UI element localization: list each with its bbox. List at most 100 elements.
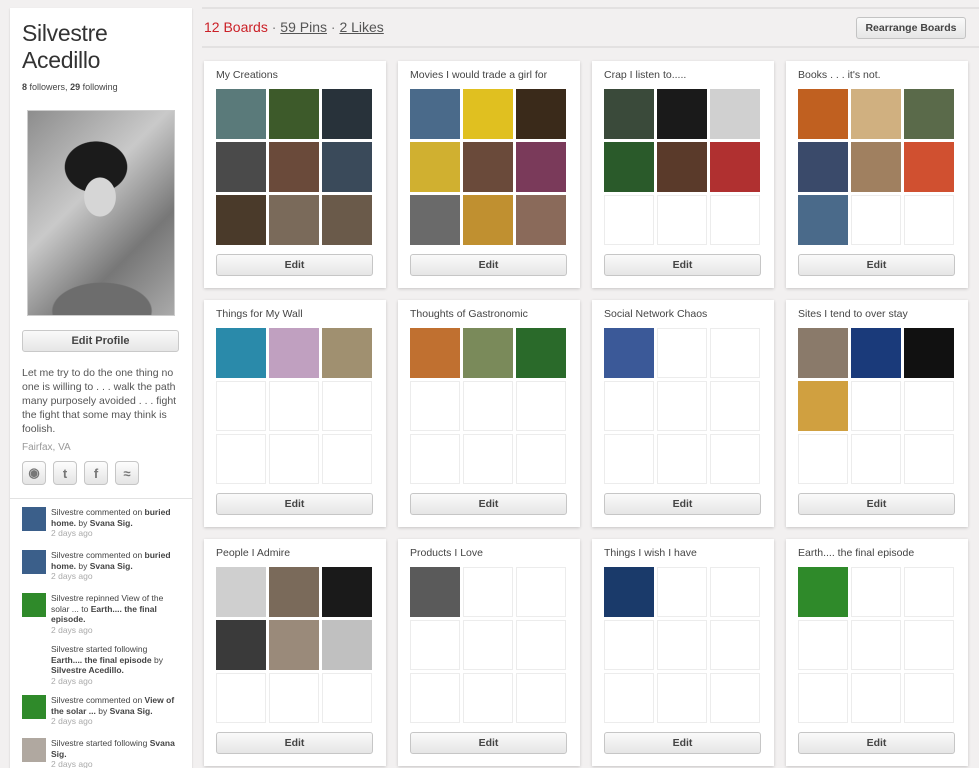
- board-card[interactable]: Sites I tend to over stay Edit: [786, 300, 968, 527]
- pin-thumbnail[interactable]: [904, 142, 954, 192]
- pin-thumbnail[interactable]: [410, 89, 460, 139]
- pin-thumbnail[interactable]: [798, 142, 848, 192]
- activity-user[interactable]: Svana Sig.: [90, 518, 133, 528]
- board-card[interactable]: Social Network Chaos Edit: [592, 300, 774, 527]
- board-title[interactable]: My Creations: [216, 69, 278, 81]
- pin-thumbnail[interactable]: [516, 89, 566, 139]
- pin-thumbnail[interactable]: [216, 620, 266, 670]
- tab-likes[interactable]: 2 Likes: [339, 19, 383, 35]
- activity-thumbnail[interactable]: [22, 593, 46, 617]
- board-edit-button[interactable]: Edit: [604, 493, 761, 515]
- board-card[interactable]: Books . . . it's not. Edit: [786, 61, 968, 288]
- pin-thumbnail[interactable]: [798, 567, 848, 617]
- following-count[interactable]: 29: [70, 82, 80, 92]
- activity-thumbnail[interactable]: [22, 550, 46, 574]
- pin-thumbnail[interactable]: [322, 142, 372, 192]
- edit-profile-button[interactable]: Edit Profile: [22, 330, 179, 352]
- activity-user[interactable]: Svana Sig.: [90, 561, 133, 571]
- board-card[interactable]: Earth.... the final episode Edit: [786, 539, 968, 766]
- board-title[interactable]: Earth.... the final episode: [798, 547, 914, 559]
- board-edit-button[interactable]: Edit: [604, 254, 761, 276]
- board-card[interactable]: People I Admire Edit: [204, 539, 386, 766]
- activity-item[interactable]: Silvestre started following Svana Sig. 2 …: [22, 738, 180, 768]
- activity-thumbnail[interactable]: [22, 644, 46, 668]
- board-card[interactable]: Movies I would trade a girl for Edit: [398, 61, 580, 288]
- pin-thumbnail[interactable]: [463, 142, 513, 192]
- board-edit-button[interactable]: Edit: [798, 493, 955, 515]
- pin-thumbnail[interactable]: [269, 195, 319, 245]
- activity-item[interactable]: Silvestre commented on buried home. by S…: [22, 507, 180, 541]
- pin-thumbnail[interactable]: [322, 89, 372, 139]
- pin-thumbnail[interactable]: [322, 567, 372, 617]
- board-title[interactable]: People I Admire: [216, 547, 290, 559]
- board-title[interactable]: Thoughts of Gastronomic: [410, 308, 528, 320]
- facebook-icon[interactable]: f: [84, 461, 108, 485]
- pin-thumbnail[interactable]: [851, 142, 901, 192]
- board-card[interactable]: Thoughts of Gastronomic Edit: [398, 300, 580, 527]
- pin-thumbnail[interactable]: [798, 89, 848, 139]
- board-title[interactable]: Books . . . it's not.: [798, 69, 881, 81]
- board-card[interactable]: My Creations Edit: [204, 61, 386, 288]
- pin-thumbnail[interactable]: [463, 328, 513, 378]
- board-title[interactable]: Things for My Wall: [216, 308, 303, 320]
- activity-item[interactable]: Silvestre commented on buried home. by S…: [22, 550, 180, 584]
- board-edit-button[interactable]: Edit: [216, 732, 373, 754]
- board-edit-button[interactable]: Edit: [410, 254, 567, 276]
- pin-thumbnail[interactable]: [410, 142, 460, 192]
- pin-thumbnail[interactable]: [904, 89, 954, 139]
- board-edit-button[interactable]: Edit: [798, 254, 955, 276]
- activity-thumbnail[interactable]: [22, 738, 46, 762]
- board-title[interactable]: Things I wish I have: [604, 547, 697, 559]
- pin-thumbnail[interactable]: [269, 328, 319, 378]
- board-edit-button[interactable]: Edit: [410, 732, 567, 754]
- pin-thumbnail[interactable]: [463, 195, 513, 245]
- board-title[interactable]: Products I Love: [410, 547, 483, 559]
- pin-thumbnail[interactable]: [657, 142, 707, 192]
- rss-icon[interactable]: ≈: [115, 461, 139, 485]
- pin-thumbnail[interactable]: [710, 142, 760, 192]
- tab-boards[interactable]: 12 Boards: [204, 19, 268, 35]
- activity-item[interactable]: Silvestre started following Earth.... th…: [22, 644, 180, 686]
- pin-thumbnail[interactable]: [604, 142, 654, 192]
- pin-thumbnail[interactable]: [904, 328, 954, 378]
- pin-thumbnail[interactable]: [216, 328, 266, 378]
- board-edit-button[interactable]: Edit: [604, 732, 761, 754]
- pin-thumbnail[interactable]: [604, 328, 654, 378]
- activity-item[interactable]: Silvestre commented on View of the solar…: [22, 695, 180, 729]
- pin-thumbnail[interactable]: [216, 195, 266, 245]
- pin-thumbnail[interactable]: [269, 567, 319, 617]
- pin-thumbnail[interactable]: [798, 381, 848, 431]
- board-card[interactable]: Things I wish I have Edit: [592, 539, 774, 766]
- board-card[interactable]: Things for My Wall Edit: [204, 300, 386, 527]
- pin-thumbnail[interactable]: [269, 142, 319, 192]
- pin-thumbnail[interactable]: [410, 195, 460, 245]
- board-title[interactable]: Sites I tend to over stay: [798, 308, 908, 320]
- twitter-icon[interactable]: t: [53, 461, 77, 485]
- pin-thumbnail[interactable]: [516, 142, 566, 192]
- followers-label[interactable]: followers,: [30, 82, 68, 92]
- pin-thumbnail[interactable]: [216, 142, 266, 192]
- following-label[interactable]: following: [83, 82, 118, 92]
- globe-icon[interactable]: ◉: [22, 461, 46, 485]
- board-card[interactable]: Products I Love Edit: [398, 539, 580, 766]
- pin-thumbnail[interactable]: [604, 567, 654, 617]
- followers-count[interactable]: 8: [22, 82, 27, 92]
- board-title[interactable]: Movies I would trade a girl for: [410, 69, 547, 81]
- activity-user[interactable]: Silvestre Acedillo.: [51, 665, 124, 675]
- pin-thumbnail[interactable]: [216, 89, 266, 139]
- pin-thumbnail[interactable]: [798, 328, 848, 378]
- rearrange-boards-button[interactable]: Rearrange Boards: [856, 17, 966, 39]
- pin-thumbnail[interactable]: [322, 195, 372, 245]
- pin-thumbnail[interactable]: [322, 620, 372, 670]
- pin-thumbnail[interactable]: [463, 89, 513, 139]
- board-edit-button[interactable]: Edit: [798, 732, 955, 754]
- pin-thumbnail[interactable]: [516, 328, 566, 378]
- activity-user[interactable]: Svana Sig.: [110, 706, 153, 716]
- board-edit-button[interactable]: Edit: [216, 493, 373, 515]
- pin-thumbnail[interactable]: [851, 89, 901, 139]
- pin-thumbnail[interactable]: [269, 89, 319, 139]
- pin-thumbnail[interactable]: [216, 567, 266, 617]
- activity-item[interactable]: Silvestre repinned View of the solar ...…: [22, 593, 180, 635]
- activity-thumbnail[interactable]: [22, 695, 46, 719]
- activity-thumbnail[interactable]: [22, 507, 46, 531]
